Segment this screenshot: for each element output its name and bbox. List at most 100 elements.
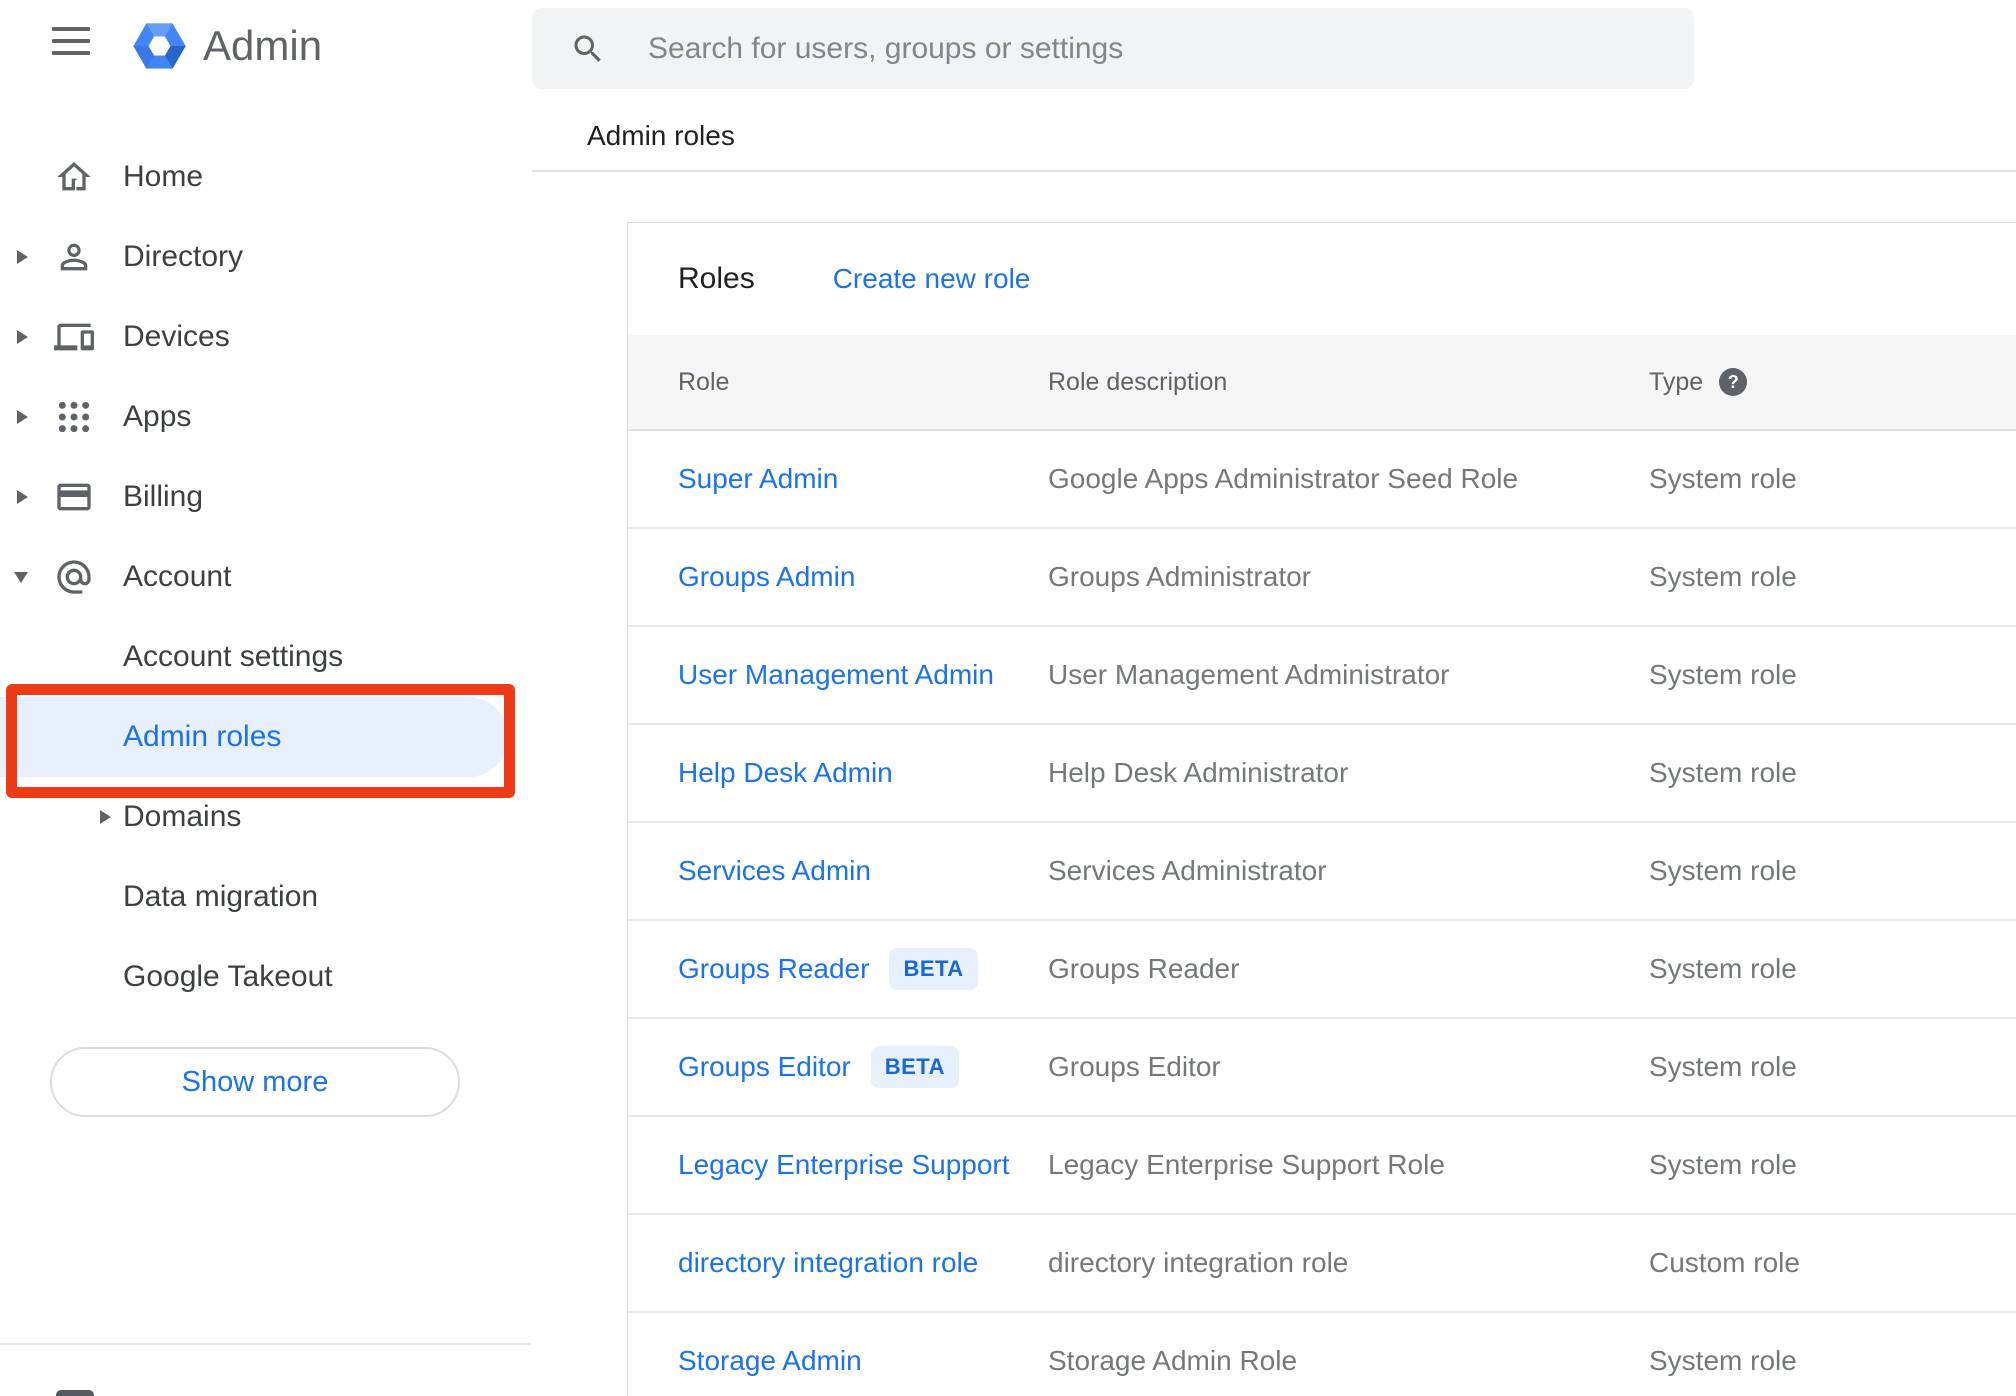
table-row: directory integration role directory int… [628,1215,2016,1313]
sidebar-item-account-settings[interactable]: Account settings [0,617,531,697]
sidebar-item-label: Devices [123,320,230,353]
role-description: User Management Administrator [1048,659,1450,690]
table-header-row: Role Role description Type ? [628,335,2016,431]
role-link[interactable]: Legacy Enterprise Support [678,1149,1010,1181]
expand-arrow-icon[interactable] [17,410,28,424]
sidebar-item-label: Apps [123,400,192,433]
search-bar[interactable] [532,8,1694,89]
sidebar-item-account[interactable]: Account [0,537,531,617]
cutoff-item-icon [56,1390,94,1396]
table-row: User Management Admin User Management Ad… [628,627,2016,725]
apps-icon [53,396,95,438]
sidebar-item-label: Admin roles [123,720,282,753]
admin-console: Admin Home Directory Devices Apps Billin… [0,0,2016,1396]
at-icon [53,556,95,598]
person-icon [53,236,95,278]
beta-badge: BETA [870,1046,960,1088]
role-link[interactable]: directory integration role [678,1247,978,1279]
sidebar-item-label: Home [123,160,204,193]
show-more-label: Show more [181,1065,329,1098]
sidebar-item-google-takeout[interactable]: Google Takeout [0,937,531,1017]
sidebar-item-label: Data migration [123,880,319,913]
sidebar-item-devices[interactable]: Devices [0,297,531,377]
sidebar-item-data-migration[interactable]: Data migration [0,857,531,937]
role-link[interactable]: User Management Admin [678,659,994,691]
role-link[interactable]: Groups Editor [678,1051,851,1083]
role-description: Groups Reader [1048,953,1240,984]
role-link[interactable]: Groups Reader [678,953,869,985]
roles-card: Roles Create new role Role Role descript… [627,222,2016,1396]
role-description: Services Administrator [1048,855,1327,886]
role-type: System role [1649,1149,1797,1180]
sidebar-item-billing[interactable]: Billing [0,457,531,537]
column-header-role: Role [678,367,730,396]
sidebar-item-apps[interactable]: Apps [0,377,531,457]
table-row: Super Admin Google Apps Administrator Se… [628,431,2016,529]
hamburger-menu-icon[interactable] [52,27,90,55]
table-row: Storage Admin Storage Admin Role System … [628,1313,2016,1396]
role-description: Google Apps Administrator Seed Role [1048,463,1519,494]
table-row: Help Desk Admin Help Desk Administrator … [628,725,2016,823]
table-row: Legacy Enterprise Support Legacy Enterpr… [628,1117,2016,1215]
sidebar-item-label: Billing [123,480,204,513]
expand-arrow-icon[interactable] [17,330,28,344]
sidebar-divider [0,1343,531,1345]
sidebar-nav: Home Directory Devices Apps Billing Acco… [0,137,531,1017]
role-link[interactable]: Super Admin [678,463,838,495]
show-more-button[interactable]: Show more [50,1047,460,1117]
home-icon [53,156,95,198]
brand-title: Admin [203,22,323,69]
role-description: Legacy Enterprise Support Role [1048,1149,1445,1180]
sidebar-item-label: Domains [123,800,242,833]
table-row: Services Admin Services Administrator Sy… [628,823,2016,921]
role-type: System role [1649,659,1797,690]
card-title: Roles [678,262,755,295]
search-input[interactable] [646,30,1694,67]
sidebar-item-label: Account [123,560,232,593]
admin-logo-icon [133,23,186,69]
role-type: System role [1649,1051,1797,1082]
help-icon[interactable]: ? [1719,368,1748,396]
role-type: System role [1649,953,1797,984]
sidebar-item-label: Google Takeout [123,960,333,993]
column-header-role-description: Role description [1048,367,1228,396]
role-type: System role [1649,463,1797,494]
role-type: System role [1649,1345,1797,1376]
role-description: Groups Administrator [1048,561,1311,592]
sidebar-item-home[interactable]: Home [0,137,531,217]
column-header-type: Type [1649,367,1704,396]
sidebar-item-directory[interactable]: Directory [0,217,531,297]
expand-arrow-icon[interactable] [100,810,111,824]
table-row: Groups Admin Groups Administrator System… [628,529,2016,627]
role-link[interactable]: Help Desk Admin [678,757,893,789]
table-row: Groups Reader BETA Groups Reader System … [628,921,2016,1019]
expand-arrow-icon[interactable] [17,250,28,264]
sidebar-item-label: Directory [123,240,244,273]
role-type: Custom role [1649,1247,1800,1278]
card-icon [53,476,95,518]
role-link[interactable]: Storage Admin [678,1345,862,1377]
breadcrumb: Admin roles [587,120,735,151]
role-description: Storage Admin Role [1048,1345,1298,1376]
role-type: System role [1649,855,1797,886]
expand-arrow-icon[interactable] [14,571,28,583]
table-row: Groups Editor BETA Groups Editor System … [628,1019,2016,1117]
devices-icon [53,316,95,358]
role-description: Groups Editor [1048,1051,1221,1082]
expand-arrow-icon[interactable] [17,490,28,504]
beta-badge: BETA [889,948,978,990]
sidebar: Admin Home Directory Devices Apps Billin… [0,0,531,1396]
role-type: System role [1649,561,1797,592]
roles-card-header: Roles Create new role [628,223,2016,335]
role-type: System role [1649,757,1797,788]
create-new-role-link[interactable]: Create new role [833,263,1031,295]
role-link[interactable]: Groups Admin [678,561,855,593]
sidebar-item-label: Account settings [123,640,344,673]
role-link[interactable]: Services Admin [678,855,871,887]
sidebar-item-admin-roles[interactable]: Admin roles [0,697,508,777]
role-description: Help Desk Administrator [1048,757,1349,788]
sidebar-item-domains[interactable]: Domains [0,777,531,857]
breadcrumb-divider [532,170,2016,172]
search-icon [570,31,606,67]
roles-table-body: Super Admin Google Apps Administrator Se… [628,431,2016,1396]
